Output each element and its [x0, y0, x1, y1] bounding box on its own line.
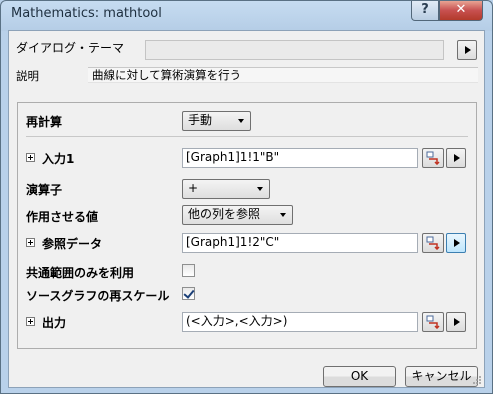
operand-dropdown[interactable]: 他の列を参照 — [182, 205, 293, 225]
settings-panel: 再計算 手動 入力1 [Graph1]1!1"B" 演算子 + 作用させる値 他… — [17, 102, 477, 349]
rescale-checkbox[interactable] — [182, 287, 195, 300]
dialog-theme-arrow-button[interactable] — [457, 40, 477, 60]
common-range-label: 共通範囲のみを利用 — [26, 266, 135, 280]
cancel-button[interactable]: キャンセル — [405, 366, 478, 387]
divider — [26, 136, 468, 137]
reference-arrow-button[interactable] — [446, 233, 466, 253]
ok-button[interactable]: OK — [323, 366, 396, 387]
input1-select-data-button[interactable] — [422, 148, 444, 168]
output-label: 出力 — [42, 316, 67, 330]
select-data-icon — [426, 315, 440, 329]
window-title: Mathematics: mathtool — [11, 6, 162, 21]
reference-field[interactable]: [Graph1]1!2"C" — [182, 233, 418, 253]
select-data-icon — [426, 236, 440, 250]
rescale-label: ソースグラフの再スケール — [26, 289, 170, 303]
operator-label: 演算子 — [26, 183, 63, 197]
input1-arrow-button[interactable] — [446, 148, 466, 168]
help-button[interactable]: ? — [411, 1, 439, 21]
output-select-data-button[interactable] — [422, 312, 444, 332]
input1-expand-icon[interactable] — [26, 153, 35, 162]
dialog-window: Mathematics: mathtool ? ✕ ダイアログ・テーマ 説明 曲… — [0, 0, 493, 394]
recalc-dropdown[interactable]: 手動 — [182, 111, 251, 131]
common-range-checkbox[interactable] — [182, 264, 195, 277]
title-bar[interactable]: Mathematics: mathtool ? ✕ — [1, 1, 492, 29]
input1-label: 入力1 — [42, 152, 75, 166]
output-expand-icon[interactable] — [26, 317, 35, 326]
reference-select-data-button[interactable] — [422, 233, 444, 253]
reference-label: 参照データ — [42, 237, 103, 251]
resize-grip-icon[interactable] — [472, 375, 482, 385]
dialog-body: ダイアログ・テーマ 説明 曲線に対して算術演算を行う 再計算 手動 入力1 [G… — [8, 30, 485, 388]
select-data-icon — [426, 151, 440, 165]
dialog-theme-field[interactable] — [145, 40, 444, 60]
output-arrow-button[interactable] — [446, 312, 466, 332]
dialog-theme-label: ダイアログ・テーマ — [16, 41, 125, 55]
recalc-label: 再計算 — [26, 115, 63, 129]
operand-label: 作用させる値 — [26, 210, 99, 224]
reference-expand-icon[interactable] — [26, 238, 35, 247]
description-text: 曲線に対して算術演算を行う — [88, 67, 478, 83]
input1-field[interactable]: [Graph1]1!1"B" — [182, 148, 418, 168]
operator-dropdown[interactable]: + — [182, 179, 270, 199]
description-label: 説明 — [16, 69, 39, 83]
output-field[interactable]: (<入力>,<入力>) — [182, 312, 418, 332]
close-button[interactable]: ✕ — [439, 1, 483, 21]
